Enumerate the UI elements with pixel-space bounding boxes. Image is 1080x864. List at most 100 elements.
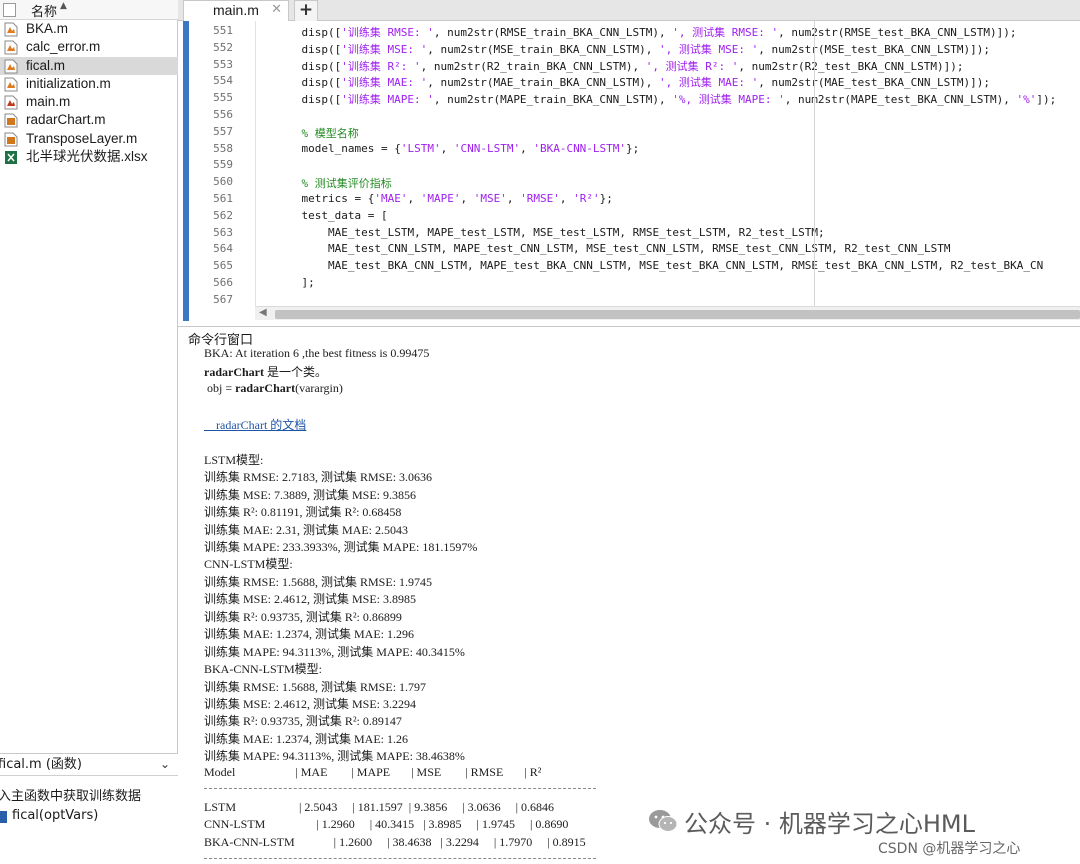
close-tab-icon[interactable]: ✕ xyxy=(271,2,282,17)
output-text: 训练集 RMSE: 1.5688, 测试集 RMSE: 1.9745 xyxy=(204,574,433,589)
code-line[interactable]: test_data = [ xyxy=(275,208,388,222)
code-line[interactable]: disp(['训练集 RMSE: ', num2str(RMSE_train_B… xyxy=(275,24,1016,40)
line-number: 564 xyxy=(213,242,233,256)
table-separator xyxy=(204,858,596,860)
string-literal: 'MAPE' xyxy=(420,192,461,205)
code-line[interactable]: % 测试集评价指标 xyxy=(275,175,392,191)
code-editor: main.m ✕ + 551 552 553 554 555 556 557 558 559 56… xyxy=(178,0,1080,326)
output-text: 训练集 R²: 0.93735, 测试集 R²: 0.86899 xyxy=(204,609,402,624)
code-area[interactable]: disp([ '训练集 RMSE: ', num2str(RMSE_train_B… xyxy=(255,21,1080,306)
code-text: disp([ xyxy=(275,76,342,90)
output-line: 训练集 MAPE: 94.3113%, 测试集 MAPE: 38.4638% xyxy=(204,747,465,764)
output-text: 训练集 MAPE: 233.3933%, 测试集 MAPE: 181.1597% xyxy=(204,539,478,554)
function-icon xyxy=(0,811,7,823)
file-item[interactable]: radarChart.m xyxy=(0,111,178,129)
code-line[interactable]: metrics = {'MAE', 'MAPE', 'MSE', 'RMSE',… xyxy=(275,192,613,205)
code-text: MAE_test_BKA_CNN_LSTM, MAPE_test_BKA_CNN… xyxy=(275,259,1044,273)
file-item[interactable]: initialization.m xyxy=(0,75,178,93)
horizontal-scrollbar[interactable]: ◀ xyxy=(255,306,1080,320)
output-line: 训练集 RMSE: 2.7183, 测试集 RMSE: 3.0636 xyxy=(204,468,432,485)
code-text: MAE_test_LSTM, MAPE_test_LSTM, MSE_test_… xyxy=(275,225,825,239)
code-line[interactable]: disp(['训练集 MAPE: ', num2str(MAPE_train_B… xyxy=(275,91,1056,107)
code-line[interactable]: MAE_test_LSTM, MAPE_test_LSTM, MSE_test_… xyxy=(275,226,825,239)
output-text: 训练集 MAE: 1.2374, 测试集 MAE: 1.296 xyxy=(204,627,415,642)
select-all-checkbox[interactable] xyxy=(3,3,16,17)
file-item[interactable]: BKA.m xyxy=(0,20,178,38)
output-text: 训练集 MAE: 1.2374, 测试集 MAE: 1.26 xyxy=(204,731,409,746)
code-line[interactable]: ]; xyxy=(275,276,315,289)
scrollbar-thumb[interactable] xyxy=(275,310,1080,319)
output-text: 训练集 MSE: 7.3889, 测试集 MSE: 9.3856 xyxy=(204,487,417,502)
line-number-gutter: 551 552 553 554 555 556 557 558 559 560 561 562 563 5… xyxy=(189,21,249,306)
output-line: 训练集 MSE: 2.4612, 测试集 MSE: 3.8985 xyxy=(204,590,416,607)
line-number: 566 xyxy=(213,276,233,289)
file-item[interactable]: fical.m xyxy=(0,56,178,75)
file-list-header[interactable]: 名称 ▲ xyxy=(0,0,178,20)
string-literal: ', 测试集 MAE: ' xyxy=(659,76,759,90)
code-text: , num2str(MAE_train_BKA_CNN_LSTM), xyxy=(427,76,660,90)
file-item[interactable]: calc_error.m xyxy=(0,38,178,56)
output-text: BKA-CNN-LSTM | 1.2600 | 38.4638 | 3.2294… xyxy=(204,834,586,849)
file-list: BKA.m calc_error.m fical.m initialization.m… xyxy=(0,20,178,166)
code-line[interactable]: disp(['训练集 MAE: ', num2str(MAE_train_BKA… xyxy=(275,74,990,90)
code-line[interactable]: disp(['训练集 R²: ', num2str(R2_train_BKA_C… xyxy=(275,58,963,74)
output-text: CNN-LSTM模型: xyxy=(204,557,293,572)
code-text: , num2str(RMSE_train_BKA_CNN_LSTM), xyxy=(433,26,673,39)
code-text: test_data = [ xyxy=(275,208,388,222)
code-line[interactable]: model_names = {'LSTM', 'CNN-LSTM', 'BKA-… xyxy=(275,142,639,155)
matlab-file-icon xyxy=(4,22,18,37)
matlab-class-icon xyxy=(4,132,18,147)
matlab-class-icon xyxy=(4,113,18,128)
code-text: }; xyxy=(599,192,613,205)
tab-main-m[interactable]: main.m ✕ xyxy=(183,0,289,21)
string-literal: 'MAE' xyxy=(374,192,408,205)
code-line[interactable]: disp(['训练集 MSE: ', num2str(MSE_train_BKA… xyxy=(275,41,990,57)
code-text: ]; xyxy=(275,276,315,289)
output-line: obj = radarChart(varargin) xyxy=(204,381,343,396)
line-number: 556 xyxy=(213,108,233,121)
code-text: }; xyxy=(626,141,640,155)
code-line[interactable]: MAE_test_CNN_LSTM, MAPE_test_CNN_LSTM, M… xyxy=(275,242,951,255)
string-literal: ', 测试集 RMSE: ' xyxy=(672,26,779,39)
string-literal: '训练集 MSE: ' xyxy=(341,42,428,56)
output-line: 训练集 MAE: 1.2374, 测试集 MAE: 1.296 xyxy=(204,625,414,642)
output-line: BKA-CNN-LSTM | 1.2600 | 38.4638 | 3.2294… xyxy=(204,835,586,850)
line-number: 551 xyxy=(213,24,233,37)
code-text: MAE_test_CNN_LSTM, MAPE_test_CNN_LSTM, M… xyxy=(275,242,951,256)
file-item[interactable]: TransposeLayer.m xyxy=(0,130,178,148)
code-line[interactable]: MAE_test_BKA_CNN_LSTM, MAPE_test_BKA_CNN… xyxy=(275,259,1043,272)
matlab-file-icon xyxy=(4,77,18,92)
scroll-left-icon[interactable]: ◀ xyxy=(259,307,267,318)
line-number: 560 xyxy=(213,175,233,189)
output-line: Model | MAE | MAPE | MSE | RMSE | R² xyxy=(204,765,541,780)
matlab-file-icon xyxy=(4,40,18,55)
output-line: CNN-LSTM模型: xyxy=(204,555,293,572)
output-text: 是一个类。 xyxy=(264,365,328,380)
line-number: 557 xyxy=(213,124,233,138)
right-margin-guide xyxy=(814,21,815,306)
code-text: metrics = { xyxy=(275,192,375,205)
code-text: , num2str(MAPE_test_BKA_CNN_LSTM), xyxy=(784,93,1017,107)
output-text: obj = xyxy=(204,380,236,395)
details-title-bar[interactable]: fical.m (函数) ⌄ xyxy=(0,754,178,776)
command-output: BKA: At iteration 6 ,the best fitness is… xyxy=(204,346,1080,864)
output-line: 训练集 MAE: 2.31, 测试集 MAE: 2.5043 xyxy=(204,521,408,538)
string-literal: 'LSTM' xyxy=(400,141,441,155)
name-column-header[interactable]: 名称 xyxy=(31,1,57,20)
command-window[interactable]: 命令行窗口 BKA: At iteration 6 ,the best fitn… xyxy=(178,326,1080,864)
string-literal: '训练集 RMSE: ' xyxy=(341,26,434,39)
chevron-down-icon[interactable]: ⌄ xyxy=(160,754,170,775)
file-item[interactable]: main.m xyxy=(0,93,178,111)
file-item[interactable]: 北半球光伏数据.xlsx xyxy=(0,148,178,166)
add-tab-button[interactable]: + xyxy=(294,0,318,21)
code-line[interactable]: % 模型名称 xyxy=(275,125,359,141)
string-literal: 'RMSE' xyxy=(520,192,560,205)
line-number: 558 xyxy=(213,141,233,155)
string-literal: '%' xyxy=(1016,93,1037,107)
output-text: 训练集 R²: 0.81191, 测试集 R²: 0.68458 xyxy=(204,505,402,520)
wechat-icon xyxy=(649,810,678,832)
documentation-link[interactable]: radarChart 的文档 xyxy=(204,416,306,433)
output-line: 训练集 RMSE: 1.5688, 测试集 RMSE: 1.797 xyxy=(204,678,426,695)
